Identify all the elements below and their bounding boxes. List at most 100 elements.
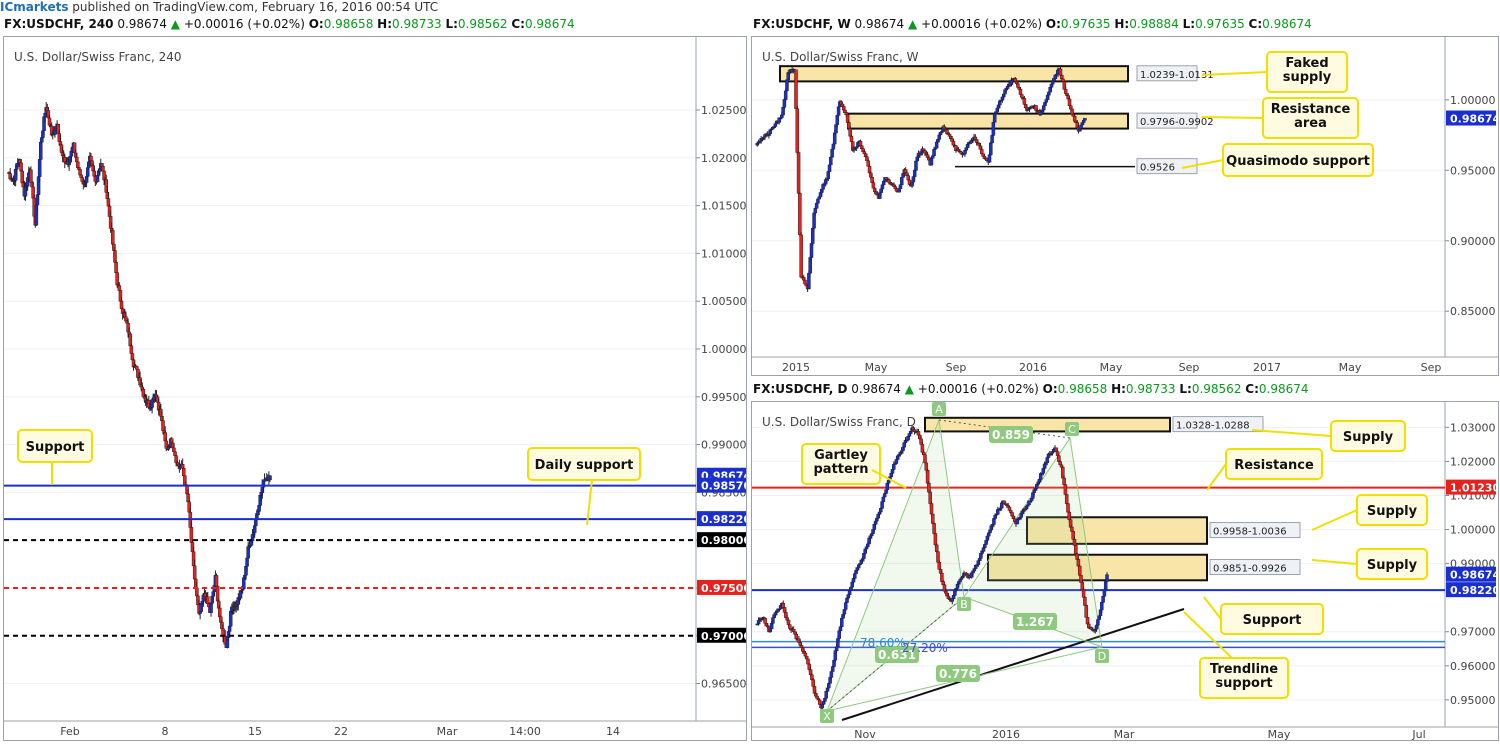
zone-label: 0.9796-0.9902 bbox=[1140, 117, 1214, 128]
candle-body bbox=[1066, 503, 1070, 513]
annotation-callout: Supply bbox=[1311, 494, 1428, 531]
candle-body bbox=[829, 671, 834, 678]
daily-chart-panel[interactable]: U.S. Dollar/Swiss Franc, D 1.03000 1.02000… bbox=[751, 401, 1499, 741]
candle-body bbox=[1077, 565, 1082, 576]
candle-body bbox=[1100, 602, 1104, 611]
weekly-chart[interactable]: U.S. Dollar/Swiss Franc, W 1.00000 0.95000… bbox=[752, 37, 1498, 375]
candle-body bbox=[829, 156, 833, 166]
weekly-change: +0.00016 (+0.02%) bbox=[921, 17, 1043, 31]
h4-chart-panel[interactable]: U.S. Dollar/Swiss Franc, 240 1.02500 1.020… bbox=[3, 36, 747, 741]
weekly-open: 0.97635 bbox=[1060, 17, 1111, 31]
publisher-user[interactable]: ICmarkets bbox=[0, 0, 68, 14]
price-tag-label: 0.98570 bbox=[701, 480, 746, 493]
annotation-callout: Fakedsupply bbox=[1201, 51, 1348, 93]
annotation-text: Daily support bbox=[535, 458, 634, 473]
ratio-label: 0.859 bbox=[992, 428, 1030, 442]
candle-body bbox=[75, 156, 79, 163]
pattern-point-label: C bbox=[1068, 423, 1076, 436]
x-tick-label: Mar bbox=[1114, 728, 1135, 740]
candle-body bbox=[991, 121, 996, 136]
daily-chart[interactable]: U.S. Dollar/Swiss Franc, D 1.030001.02000… bbox=[752, 402, 1498, 740]
h4-chart[interactable]: U.S. Dollar/Swiss Franc, 240 1.02500 1.020… bbox=[4, 37, 746, 740]
candle-body bbox=[76, 161, 80, 168]
annotation-callout: Resistancearea bbox=[1201, 97, 1359, 139]
zone-label: 0.9851-0.9926 bbox=[1213, 564, 1287, 575]
candle-body bbox=[29, 169, 33, 183]
candle-body bbox=[771, 617, 775, 624]
candle-body bbox=[1083, 596, 1087, 606]
ratio-label: 0.776 bbox=[939, 667, 977, 681]
up-arrow-icon: ▲ bbox=[907, 17, 918, 31]
pattern-point-label: D bbox=[1098, 650, 1106, 663]
weekly-chart-panel[interactable]: U.S. Dollar/Swiss Franc, W 1.00000 0.95000… bbox=[751, 36, 1499, 376]
candle-body bbox=[1076, 559, 1081, 567]
candle-body bbox=[914, 160, 918, 171]
candle-body bbox=[89, 155, 93, 162]
annotation-callout: Support bbox=[1203, 596, 1324, 635]
annotation-text: supply bbox=[1283, 70, 1332, 85]
candle-body bbox=[1079, 124, 1083, 129]
h4-close: 0.98674 bbox=[524, 17, 575, 31]
candle-body bbox=[923, 454, 927, 464]
candle-body bbox=[1062, 477, 1066, 485]
up-arrow-icon: ▲ bbox=[904, 382, 914, 396]
candle-body bbox=[816, 198, 820, 204]
candle-body bbox=[811, 227, 815, 244]
x-tick-label: Feb bbox=[60, 725, 79, 738]
x-tick-label: Mar bbox=[437, 725, 458, 738]
candle-body bbox=[813, 208, 818, 214]
candle-body bbox=[998, 100, 1002, 106]
candle-body bbox=[836, 106, 841, 116]
y-tick-label: 1.02500 bbox=[701, 104, 746, 117]
candle-body bbox=[830, 148, 834, 158]
pattern-point-label: X bbox=[823, 710, 831, 723]
candle-body bbox=[1064, 494, 1069, 504]
y-tick-label: 1.00000 bbox=[701, 343, 746, 356]
candle-body bbox=[1009, 510, 1013, 513]
annotation-text: Resistance bbox=[1234, 458, 1314, 473]
candle-body bbox=[1002, 500, 1007, 504]
x-tick-label: Sep bbox=[1421, 361, 1442, 374]
candle-body bbox=[795, 108, 800, 153]
daily-open: 0.98658 bbox=[1057, 382, 1108, 396]
annotation-pointer bbox=[1201, 116, 1264, 119]
daily-header: FX:USDCHF, D 0.98674 ▲ +0.00016 (+0.02%)… bbox=[753, 382, 1309, 396]
candle-body bbox=[1101, 595, 1105, 603]
candle-body bbox=[989, 142, 993, 156]
price-tag-label: 0.98220 bbox=[701, 513, 746, 526]
x-tick-label: Sep bbox=[946, 361, 967, 374]
candle-body bbox=[929, 503, 934, 515]
candle-body bbox=[990, 135, 994, 144]
annotation-text: support bbox=[1215, 676, 1272, 691]
weekly-symbol: FX:USDCHF, W bbox=[753, 17, 851, 31]
annotation-text: Supply bbox=[1367, 504, 1418, 519]
weekly-low: 0.97635 bbox=[1195, 17, 1245, 31]
chart-title: U.S. Dollar/Swiss Franc, W bbox=[762, 50, 919, 64]
y-tick-label: 0.99000 bbox=[701, 439, 746, 452]
candle-body bbox=[932, 148, 936, 157]
annotation-text: Supply bbox=[1367, 558, 1418, 573]
candle-body bbox=[117, 285, 122, 291]
up-arrow-icon: ▲ bbox=[170, 17, 181, 31]
x-tick-label: 2017 bbox=[1253, 361, 1281, 374]
price-tag-label: 0.98000 bbox=[701, 534, 746, 547]
x-tick-label: May bbox=[865, 361, 888, 374]
candle-body bbox=[791, 629, 796, 632]
candle-body bbox=[182, 468, 186, 477]
candle-body bbox=[1105, 574, 1109, 582]
h4-header: FX:USDCHF, 240 0.98674 ▲ +0.00016 (+0.02… bbox=[4, 17, 575, 31]
x-tick-label: 15 bbox=[248, 725, 262, 738]
zone-label: 1.0328-1.0288 bbox=[1176, 421, 1250, 432]
annotation-callout: Supply bbox=[1251, 420, 1406, 452]
candle-body bbox=[892, 464, 896, 470]
y-tick-label: 0.99500 bbox=[701, 391, 746, 404]
x-tick-label: May bbox=[1100, 361, 1123, 374]
candle-body bbox=[807, 272, 811, 290]
candle-body bbox=[912, 170, 917, 177]
price-tag-label: 0.98674 bbox=[1450, 113, 1498, 126]
weekly-high: 0.98884 bbox=[1129, 17, 1179, 31]
candle-body bbox=[840, 617, 844, 627]
annotation-pointer bbox=[1206, 463, 1227, 491]
y-tick-label: 0.95000 bbox=[1450, 164, 1496, 177]
daily-symbol: FX:USDCHF, D bbox=[753, 382, 848, 396]
